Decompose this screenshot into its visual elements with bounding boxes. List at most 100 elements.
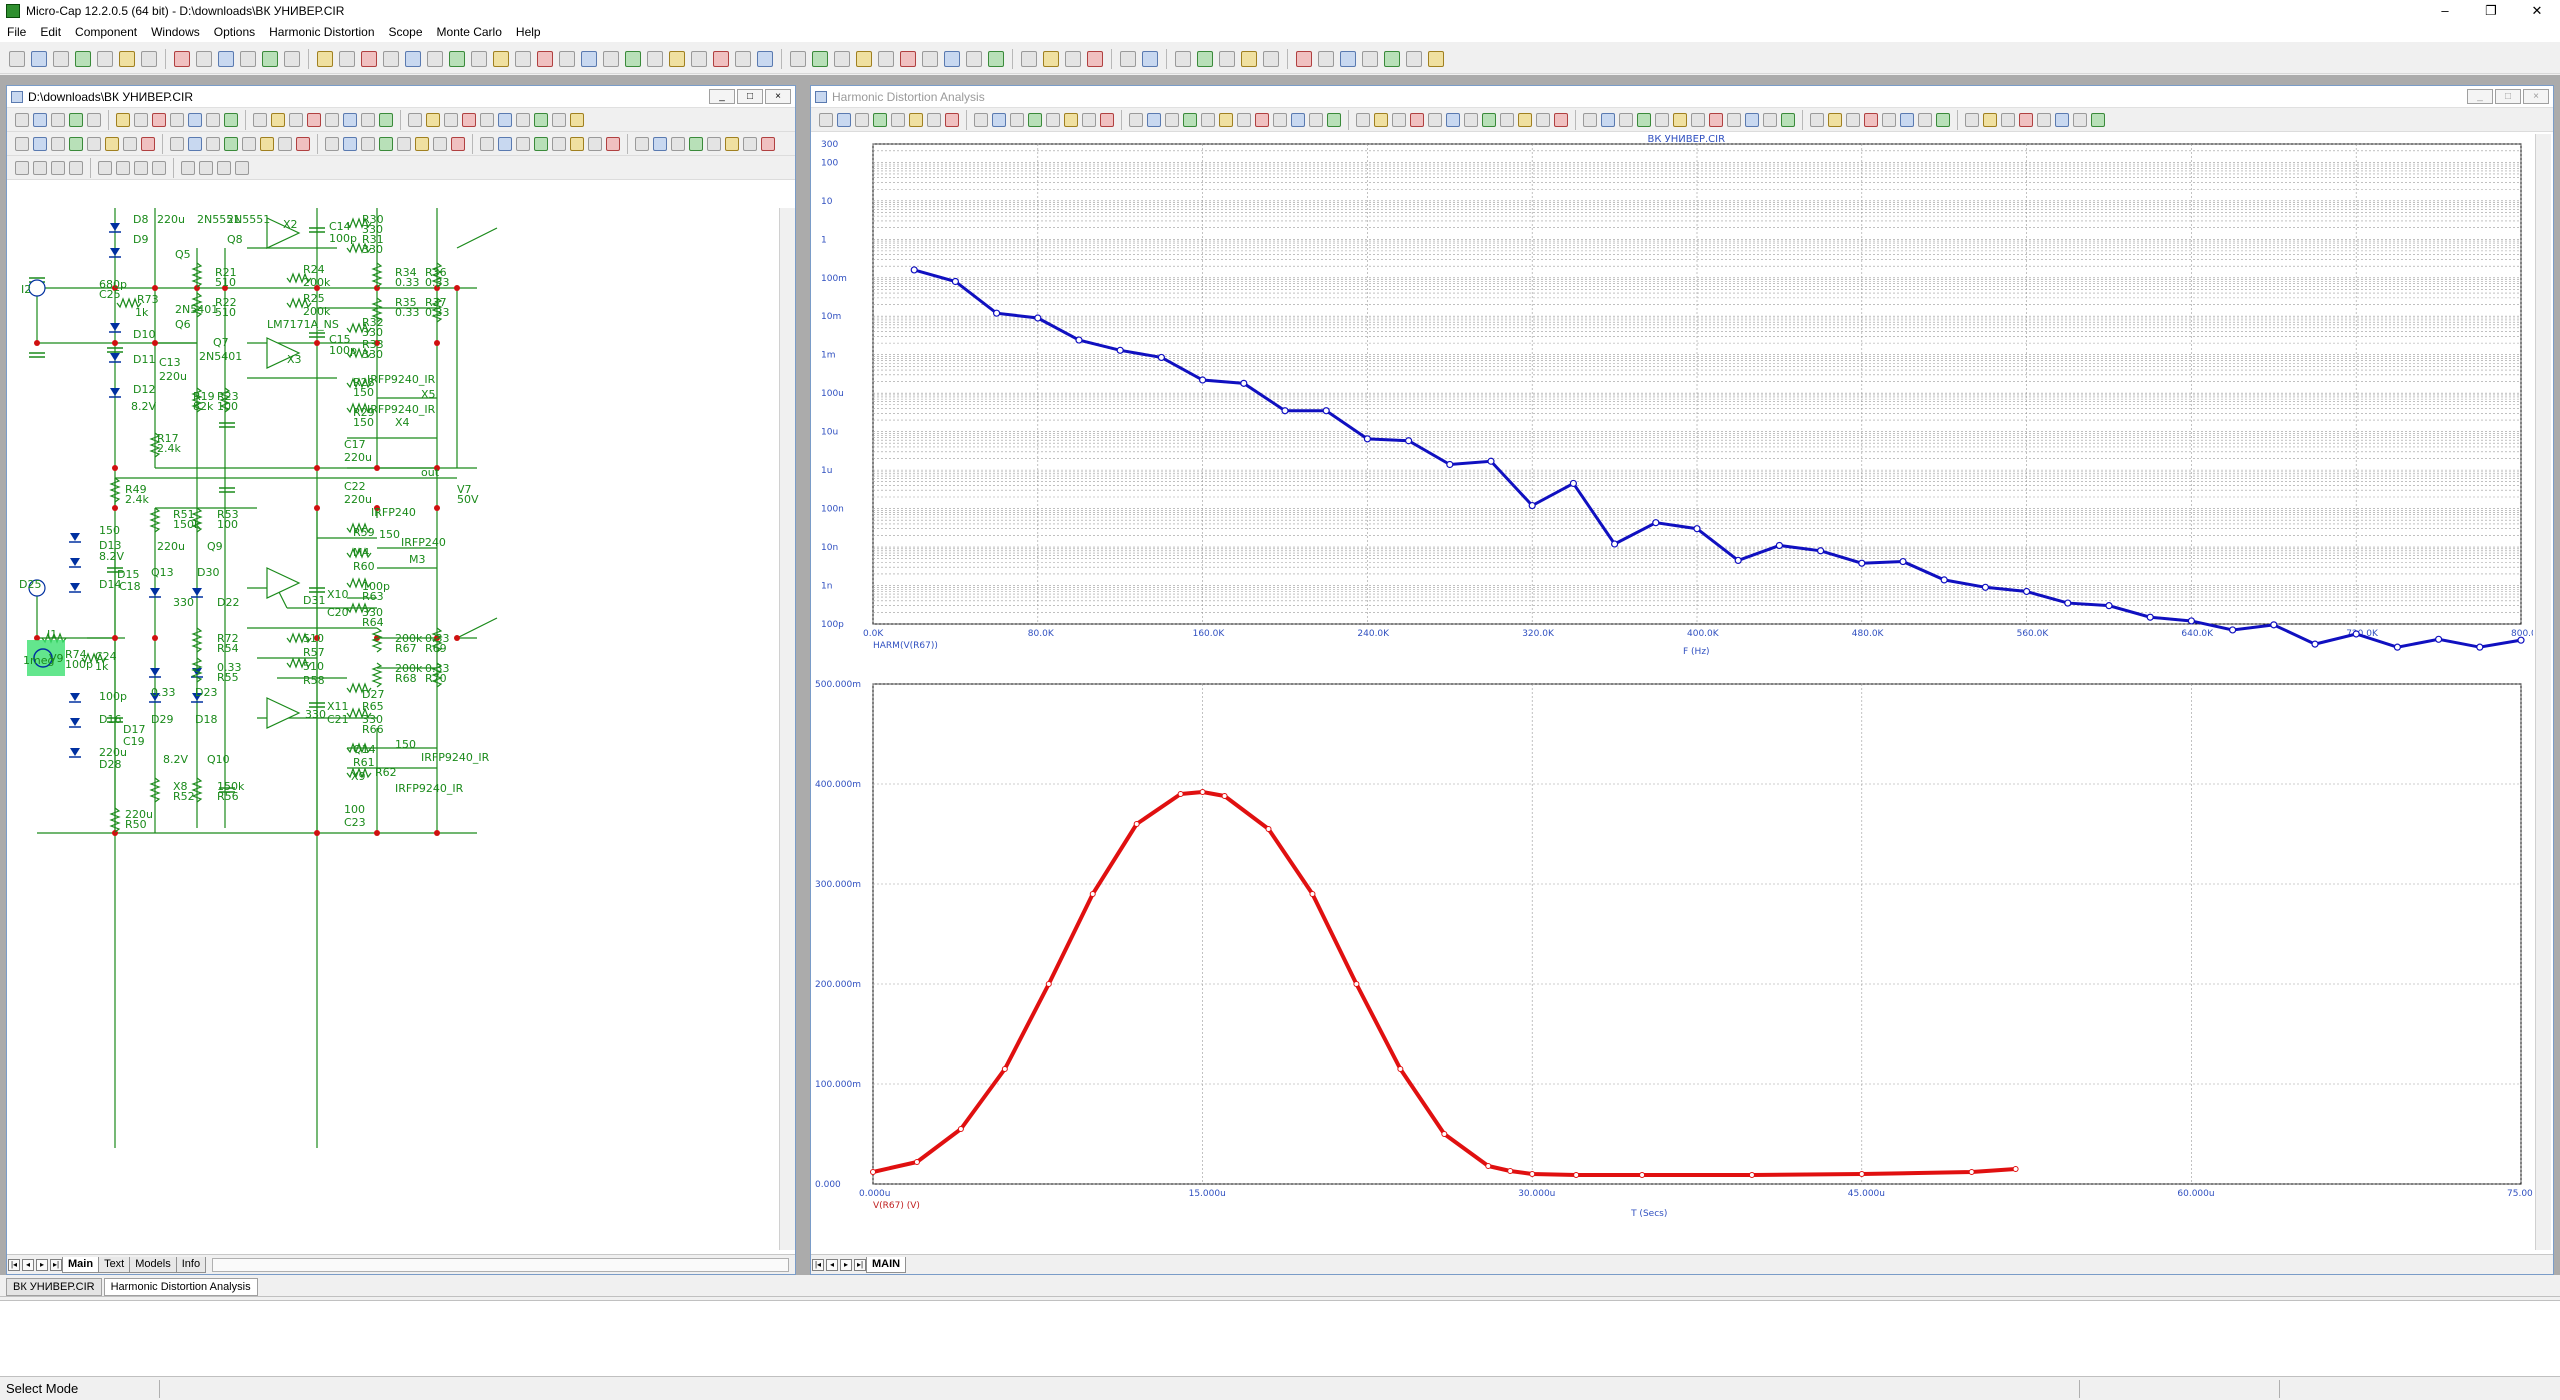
- main-toolbar-button-icon[interactable]: [196, 50, 212, 67]
- plot-area[interactable]: 0.0K 80.0K 160.0K 240.0K 320.0K 400.0K 480.0K 5…: [813, 134, 2544, 1250]
- main-toolbar-button-icon[interactable]: [174, 50, 190, 67]
- schematic-toolbar-1-button-icon[interactable]: [480, 112, 494, 127]
- analysis-toolbar-button-icon[interactable]: [1464, 112, 1478, 127]
- schematic-toolbar-2-button-icon[interactable]: [87, 136, 101, 151]
- schematic-toolbar-1-button-icon[interactable]: [170, 112, 184, 127]
- schematic-toolbar-2-button-icon[interactable]: [415, 136, 429, 151]
- close-button[interactable]: ✕: [2514, 0, 2560, 22]
- main-toolbar-button-icon[interactable]: [1318, 50, 1334, 67]
- main-toolbar-button-icon[interactable]: [790, 50, 806, 67]
- schematic-toolbar-2-button-icon[interactable]: [635, 136, 649, 151]
- schematic-toolbar-2-button-icon[interactable]: [69, 136, 83, 151]
- analysis-toolbar-button-icon[interactable]: [1619, 112, 1633, 127]
- main-toolbar-button-icon[interactable]: [735, 50, 751, 67]
- schematic-toolbar-2-button-icon[interactable]: [33, 136, 47, 151]
- schematic-horizontal-scrollbar[interactable]: [212, 1257, 789, 1272]
- schematic-toolbar-2-button-icon[interactable]: [725, 136, 739, 151]
- analysis-toolbar-button-icon[interactable]: [1554, 112, 1568, 127]
- schematic-toolbar-2-button-icon[interactable]: [105, 136, 119, 151]
- schematic-toolbar-2-button-icon[interactable]: [51, 136, 65, 151]
- schematic-toolbar-1-button-icon[interactable]: [87, 112, 101, 127]
- analysis-toolbar-button-icon[interactable]: [1846, 112, 1860, 127]
- schematic-toolbar-3-button-icon[interactable]: [51, 160, 65, 175]
- schematic-toolbar-1-button-icon[interactable]: [15, 112, 29, 127]
- analysis-toolbar-button-icon[interactable]: [1237, 112, 1251, 127]
- analysis-toolbar-button-icon[interactable]: [1219, 112, 1233, 127]
- schematic-minimize-button[interactable]: _: [709, 89, 735, 104]
- analysis-toolbar-button-icon[interactable]: [1781, 112, 1795, 127]
- menu-help[interactable]: Help: [509, 25, 548, 39]
- analysis-toolbar-button-icon[interactable]: [1309, 112, 1323, 127]
- main-toolbar-button-icon[interactable]: [922, 50, 938, 67]
- main-toolbar-button-icon[interactable]: [1296, 50, 1312, 67]
- analysis-toolbar-button-icon[interactable]: [1601, 112, 1615, 127]
- main-toolbar-button-icon[interactable]: [647, 50, 663, 67]
- main-toolbar-button-icon[interactable]: [878, 50, 894, 67]
- analysis-minimize-button[interactable]: _: [2467, 89, 2493, 104]
- main-toolbar-button-icon[interactable]: [493, 50, 509, 67]
- analysis-toolbar-button-icon[interactable]: [1374, 112, 1388, 127]
- schematic-toolbar-2-button-icon[interactable]: [671, 136, 685, 151]
- schematic-toolbar-2-button-icon[interactable]: [260, 136, 274, 151]
- main-toolbar-button-icon[interactable]: [284, 50, 300, 67]
- schematic-toolbar-1-button-icon[interactable]: [116, 112, 130, 127]
- schematic-toolbar-2-button-icon[interactable]: [606, 136, 620, 151]
- tab-models[interactable]: Models: [129, 1256, 177, 1273]
- main-toolbar-button-icon[interactable]: [141, 50, 157, 67]
- menu-component[interactable]: Component: [68, 25, 144, 39]
- analysis-toolbar-button-icon[interactable]: [1446, 112, 1460, 127]
- main-toolbar-button-icon[interactable]: [669, 50, 685, 67]
- main-toolbar-button-icon[interactable]: [339, 50, 355, 67]
- schematic-toolbar-2-button-icon[interactable]: [188, 136, 202, 151]
- main-toolbar-button-icon[interactable]: [988, 50, 1004, 67]
- analysis-next-page-button[interactable]: ▸: [840, 1258, 852, 1271]
- schematic-toolbar-2-button-icon[interactable]: [343, 136, 357, 151]
- analysis-toolbar-button-icon[interactable]: [1864, 112, 1878, 127]
- schematic-toolbar-2-button-icon[interactable]: [653, 136, 667, 151]
- schematic-toolbar-3-button-icon[interactable]: [235, 160, 249, 175]
- main-toolbar-button-icon[interactable]: [1021, 50, 1037, 67]
- analysis-close-button[interactable]: ×: [2523, 89, 2549, 104]
- analysis-toolbar-button-icon[interactable]: [2055, 112, 2069, 127]
- schematic-maximize-button[interactable]: □: [737, 89, 763, 104]
- main-toolbar-button-icon[interactable]: [75, 50, 91, 67]
- schematic-toolbar-2-button-icon[interactable]: [141, 136, 155, 151]
- schematic-toolbar-2-button-icon[interactable]: [242, 136, 256, 151]
- schematic-toolbar-2-button-icon[interactable]: [516, 136, 530, 151]
- analysis-toolbar-button-icon[interactable]: [974, 112, 988, 127]
- schematic-vertical-scrollbar[interactable]: [779, 208, 795, 1250]
- first-page-button[interactable]: |◂: [8, 1258, 20, 1271]
- main-toolbar-button-icon[interactable]: [9, 50, 25, 67]
- main-toolbar-button-icon[interactable]: [691, 50, 707, 67]
- main-toolbar-button-icon[interactable]: [1065, 50, 1081, 67]
- schematic-toolbar-1-button-icon[interactable]: [188, 112, 202, 127]
- main-toolbar-button-icon[interactable]: [515, 50, 531, 67]
- analysis-toolbar-button-icon[interactable]: [992, 112, 1006, 127]
- analysis-toolbar-button-icon[interactable]: [1763, 112, 1777, 127]
- schematic-toolbar-3-button-icon[interactable]: [15, 160, 29, 175]
- doc-tab-analysis[interactable]: Harmonic Distortion Analysis: [103, 1278, 258, 1296]
- schematic-toolbar-2-button-icon[interactable]: [361, 136, 375, 151]
- main-toolbar-button-icon[interactable]: [361, 50, 377, 67]
- analysis-toolbar-button-icon[interactable]: [2073, 112, 2087, 127]
- schematic-toolbar-2-button-icon[interactable]: [689, 136, 703, 151]
- tab-main[interactable]: Main: [62, 1256, 100, 1273]
- doc-tab-schematic[interactable]: ВК УНИВЕР.CIR: [6, 1278, 102, 1296]
- main-toolbar-button-icon[interactable]: [1197, 50, 1213, 67]
- schematic-toolbar-3-button-icon[interactable]: [181, 160, 195, 175]
- schematic-toolbar-2-button-icon[interactable]: [534, 136, 548, 151]
- schematic-toolbar-2-button-icon[interactable]: [588, 136, 602, 151]
- schematic-toolbar-2-button-icon[interactable]: [570, 136, 584, 151]
- analysis-toolbar-button-icon[interactable]: [1673, 112, 1687, 127]
- schematic-toolbar-1-button-icon[interactable]: [69, 112, 83, 127]
- schematic-toolbar-3-button-icon[interactable]: [69, 160, 83, 175]
- main-toolbar-button-icon[interactable]: [218, 50, 234, 67]
- schematic-toolbar-2-button-icon[interactable]: [552, 136, 566, 151]
- main-toolbar-button-icon[interactable]: [1120, 50, 1136, 67]
- main-toolbar-button-icon[interactable]: [713, 50, 729, 67]
- analysis-toolbar-button-icon[interactable]: [2019, 112, 2033, 127]
- schematic-toolbar-2-button-icon[interactable]: [397, 136, 411, 151]
- analysis-toolbar-button-icon[interactable]: [1518, 112, 1532, 127]
- main-toolbar-button-icon[interactable]: [944, 50, 960, 67]
- main-toolbar-button-icon[interactable]: [625, 50, 641, 67]
